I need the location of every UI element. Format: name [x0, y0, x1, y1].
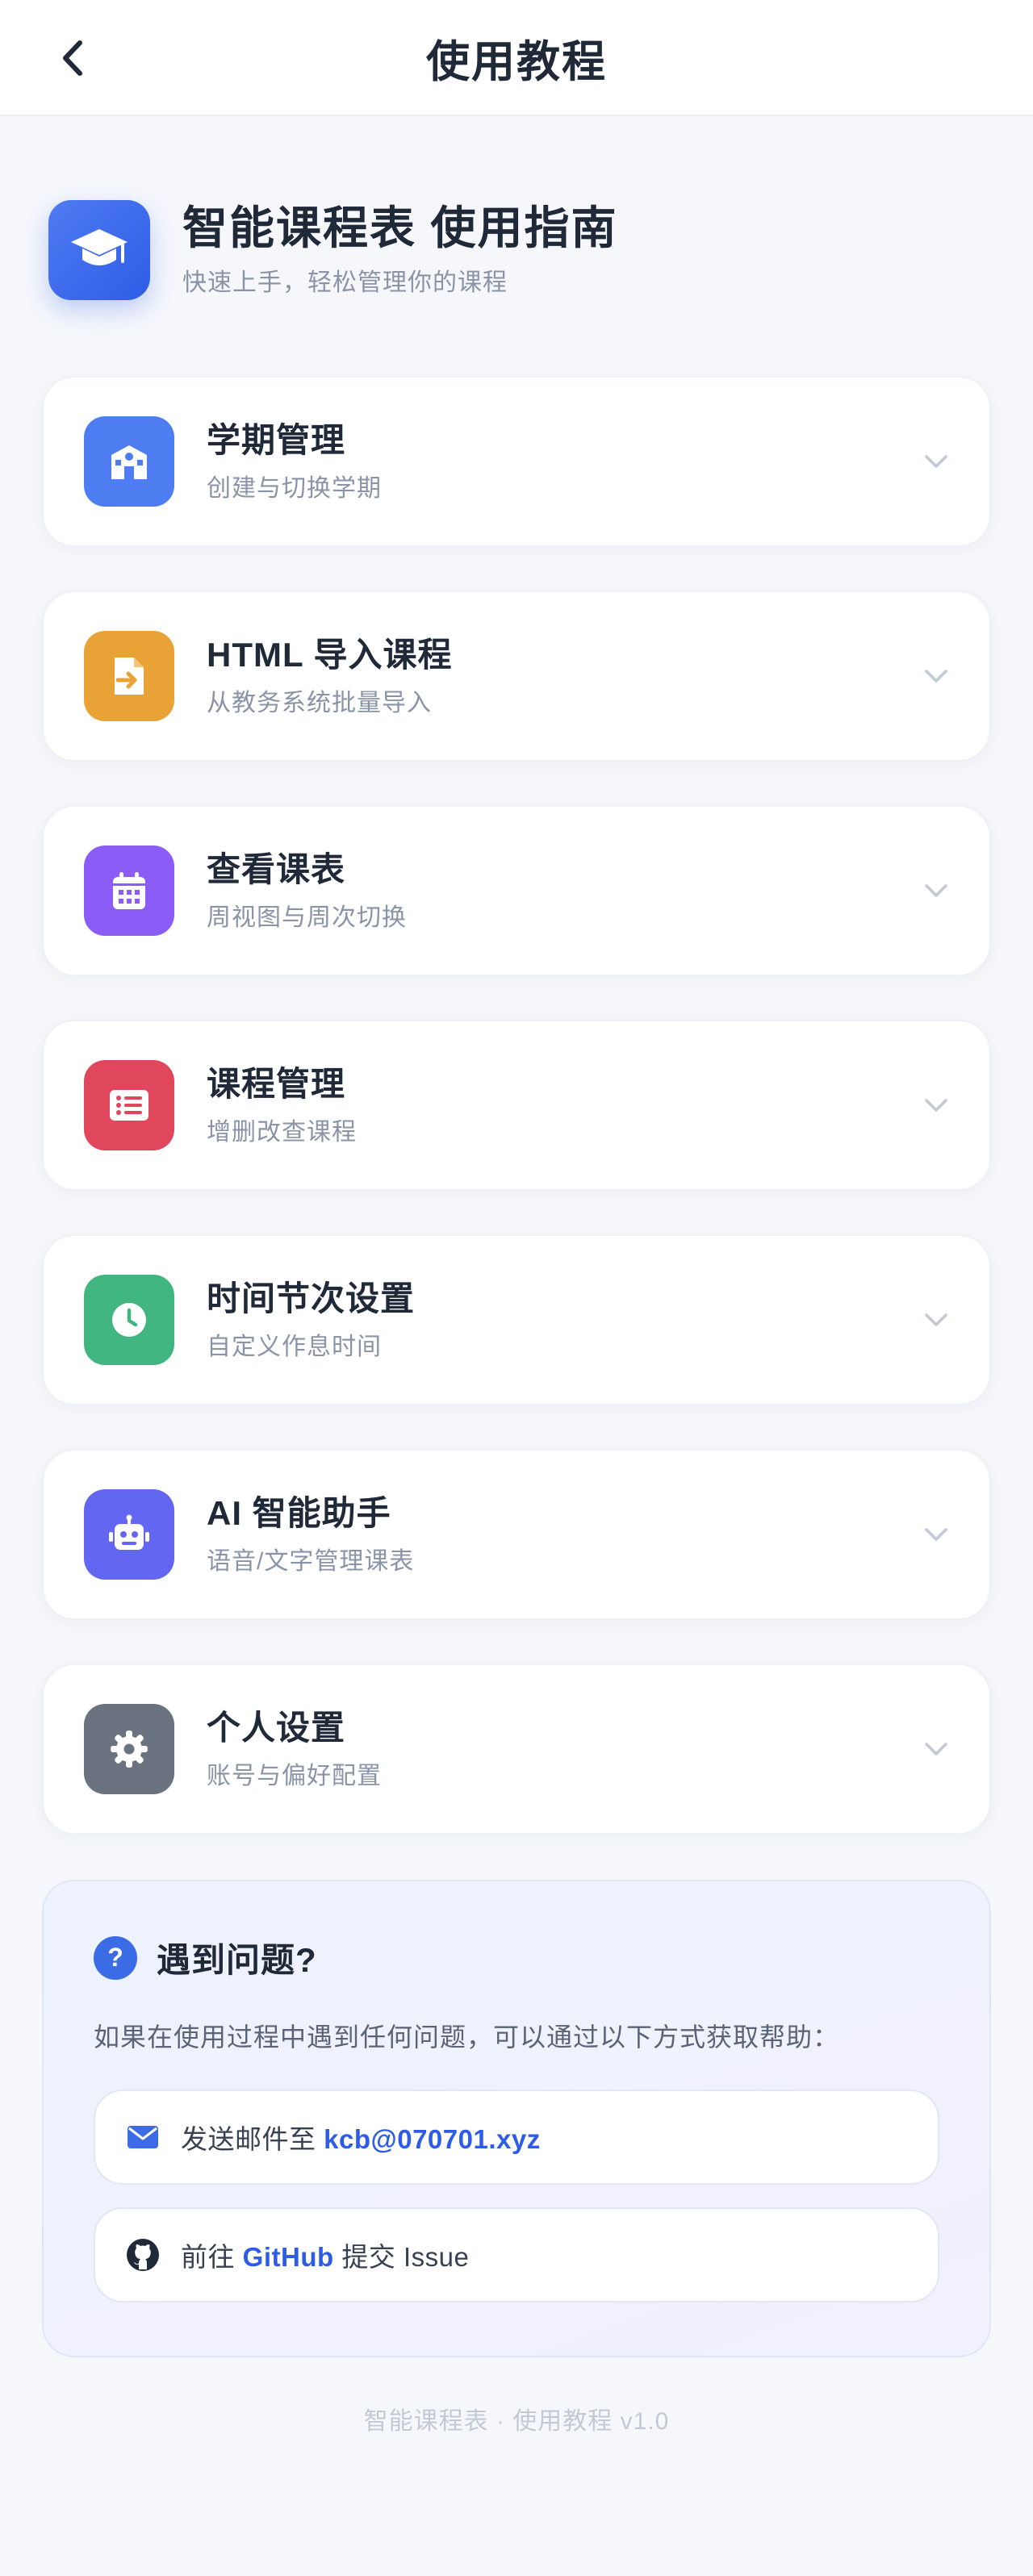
page-title: 使用教程	[426, 37, 607, 86]
section-time-settings[interactable]: 时间节次设置 自定义作息时间	[42, 1234, 991, 1405]
section-view-timetable[interactable]: 查看课表 周视图与周次切换	[42, 805, 991, 976]
robot-icon	[84, 1489, 174, 1580]
back-button[interactable]	[48, 34, 97, 82]
github-icon	[123, 2235, 163, 2275]
section-personal-settings[interactable]: 个人设置 账号与偏好配置	[42, 1664, 991, 1835]
chevron-down-icon	[920, 1733, 952, 1765]
guide-header: 智能课程表 使用指南 快速上手，轻松管理你的课程	[48, 200, 985, 300]
section-desc: 创建与切换学期	[207, 475, 382, 502]
section-desc: 账号与偏好配置	[207, 1763, 382, 1789]
chevron-down-icon	[920, 660, 952, 692]
chevron-down-icon	[920, 875, 952, 907]
github-prefix: 前往	[181, 2242, 243, 2272]
section-desc: 增删改查课程	[207, 1119, 357, 1146]
gear-icon	[84, 1704, 174, 1794]
file-import-icon	[84, 631, 174, 721]
section-ai-assistant[interactable]: AI 智能助手 语音/文字管理课表	[42, 1449, 991, 1620]
help-panel: ? 遇到问题? 如果在使用过程中遇到任何问题，可以通过以下方式获取帮助： 发送邮…	[42, 1880, 991, 2357]
section-title: HTML 导入课程	[207, 636, 453, 674]
email-contact-button[interactable]: 发送邮件至 kcb@070701.xyz	[94, 2090, 939, 2185]
guide-subtitle: 快速上手，轻松管理你的课程	[182, 269, 508, 296]
help-text: 如果在使用过程中遇到任何问题，可以通过以下方式获取帮助：	[94, 2023, 840, 2052]
chevron-down-icon	[920, 1518, 952, 1551]
section-title: 个人设置	[207, 1709, 346, 1747]
chevron-left-icon	[63, 40, 82, 76]
section-desc: 自定义作息时间	[207, 1334, 382, 1360]
email-prefix: 发送邮件至	[181, 2124, 324, 2154]
question-icon: ?	[94, 1935, 137, 1980]
chevron-down-icon	[920, 1089, 952, 1121]
section-title: 查看课表	[207, 850, 346, 888]
section-desc: 周视图与周次切换	[207, 904, 407, 931]
section-title: 时间节次设置	[207, 1280, 416, 1317]
school-icon	[84, 416, 174, 507]
section-title: 学期管理	[207, 421, 346, 459]
section-desc: 从教务系统批量导入	[207, 690, 432, 716]
section-title: AI 智能助手	[207, 1494, 391, 1532]
footer-version: 智能课程表 · 使用教程 v1.0	[363, 2408, 670, 2435]
section-semester-management[interactable]: 学期管理 创建与切换学期	[42, 376, 991, 547]
chevron-down-icon	[920, 445, 952, 478]
graduation-cap-icon	[48, 200, 150, 300]
section-title: 课程管理	[207, 1065, 346, 1103]
section-html-import[interactable]: HTML 导入课程 从教务系统批量导入	[42, 591, 991, 762]
clock-icon	[84, 1275, 174, 1365]
github-suffix: 提交 Issue	[333, 2242, 470, 2272]
email-link[interactable]: kcb@070701.xyz	[324, 2124, 541, 2154]
calendar-icon	[84, 845, 174, 936]
help-title: 遇到问题?	[157, 1941, 317, 1979]
guide-title: 智能课程表 使用指南	[182, 202, 618, 253]
github-link[interactable]: GitHub	[243, 2242, 334, 2272]
github-contact-button[interactable]: 前往 GitHub 提交 Issue	[94, 2207, 939, 2303]
section-course-management[interactable]: 课程管理 增删改查课程	[42, 1020, 991, 1191]
top-bar: 使用教程	[0, 0, 1033, 116]
section-desc: 语音/文字管理课表	[207, 1548, 415, 1575]
list-icon	[84, 1060, 174, 1150]
mail-icon	[123, 2117, 163, 2157]
chevron-down-icon	[920, 1304, 952, 1336]
